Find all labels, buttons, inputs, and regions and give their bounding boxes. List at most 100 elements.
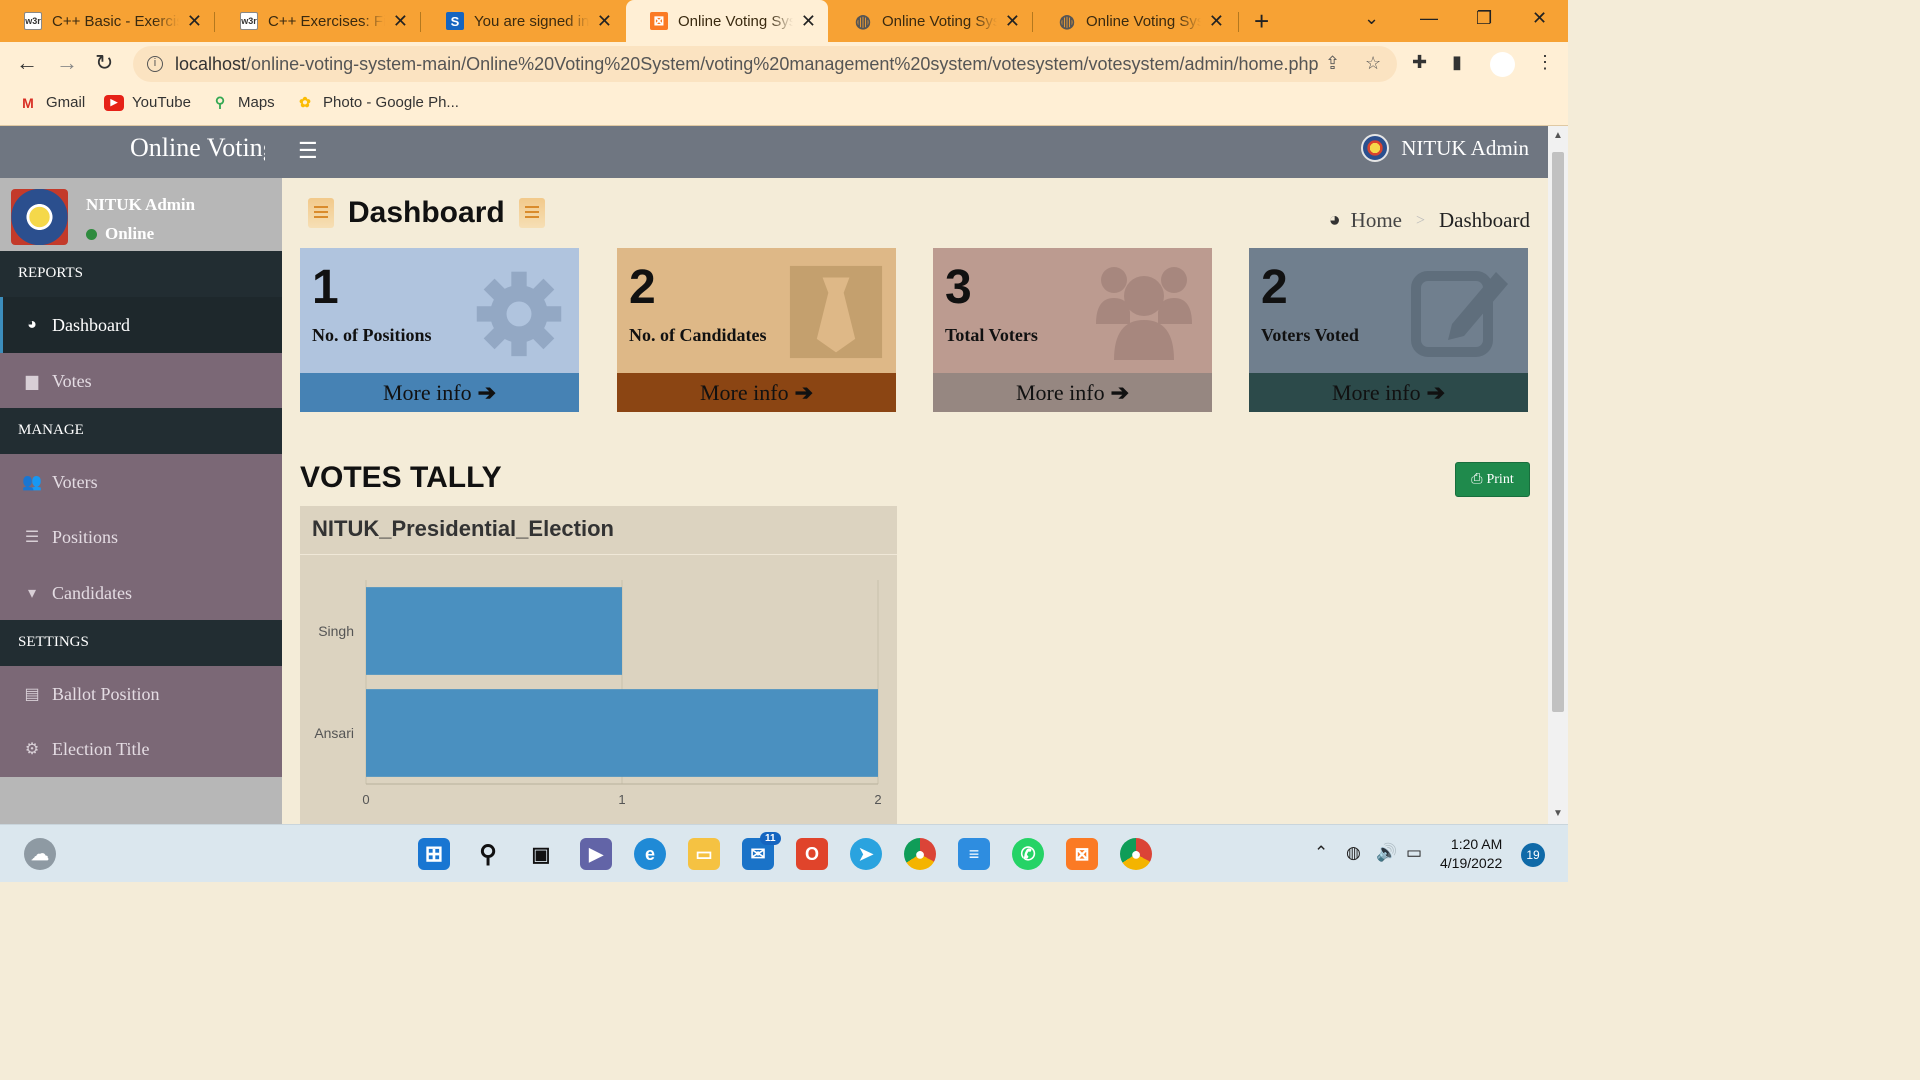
taskbar: ☁ ⊞ ⚲ ▣ ▶ e ▭ ✉ 11 O ➤ ● ≡ ✆ ⊠ ● ⌃ ◍ 🔊 ▭ … [0, 824, 1568, 882]
new-tab-icon[interactable]: + [1254, 6, 1269, 37]
back-arrow-icon[interactable]: ← [16, 50, 38, 76]
browser-tab[interactable]: w3r C++ Exercises: Find ✕ [216, 0, 420, 42]
clock[interactable]: 1:20 AM 4/19/2022 [1440, 835, 1502, 873]
weather-icon[interactable]: ☁ [24, 838, 56, 870]
arrow-right-icon: ➔ [1110, 379, 1130, 405]
globe-icon: ◍ [855, 10, 871, 31]
chrome-active-icon[interactable]: ● [1120, 838, 1152, 870]
sidebar-item-positions[interactable]: ☰ Positions [0, 509, 282, 565]
close-icon[interactable]: ✕ [597, 11, 612, 32]
browser-tab[interactable]: ◍ Online Voting System ✕ [830, 0, 1032, 42]
edge-icon[interactable]: e [634, 838, 666, 870]
browser-tab[interactable]: w3r C++ Basic - Exercises ✕ [0, 0, 214, 42]
search-icon[interactable]: ⚲ [472, 838, 504, 870]
arrow-right-icon: ➔ [794, 379, 814, 405]
mail-icon[interactable]: ✉ 11 [742, 832, 781, 870]
more-info-link[interactable]: More info ➔ [300, 373, 579, 412]
reload-icon[interactable]: ↻ [95, 50, 113, 76]
window-close-icon[interactable]: ✕ [1532, 8, 1547, 29]
users-icon [1096, 267, 1192, 360]
site-info-icon[interactable]: i [147, 56, 163, 72]
header-user-menu[interactable]: NITUK Admin [1361, 134, 1529, 162]
print-button[interactable]: ⎙ Print [1455, 462, 1530, 497]
tab-search-icon[interactable]: ⌄ [1364, 8, 1379, 29]
app-logo[interactable]: Online Voting System [130, 133, 265, 163]
url-field[interactable]: i localhost/online-voting-system-main/On… [133, 46, 1397, 82]
side-panel-icon[interactable]: ▮ [1452, 52, 1462, 73]
chart-title: NITUK_Presidential_Election [300, 506, 897, 555]
x-tick-label: 2 [874, 792, 881, 807]
page-scrollbar[interactable]: ▲ ▼ [1548, 126, 1568, 824]
close-icon[interactable]: ✕ [393, 11, 408, 32]
sidebar-item-votes[interactable]: ▆ Votes [0, 353, 282, 409]
stat-value: 3 [945, 261, 972, 314]
file-explorer-icon[interactable]: ▭ [688, 838, 720, 870]
share-icon[interactable]: ⇪ [1325, 53, 1340, 74]
windows-start-icon[interactable]: ⊞ [418, 838, 450, 870]
breadcrumb-current: Dashboard [1439, 208, 1530, 232]
bookmark-gmail[interactable]: M Gmail [18, 94, 85, 111]
minimize-icon[interactable]: — [1420, 8, 1438, 29]
tray-overflow-icon[interactable]: ⌃ [1314, 843, 1328, 863]
close-icon[interactable]: ✕ [1209, 11, 1224, 32]
tie-icon [789, 265, 883, 359]
stat-box-positions: 1 No. of Positions More info ➔ [300, 248, 579, 412]
tab-title: Online Voting System [1086, 12, 1201, 30]
bookmark-photos[interactable]: ✿ Photo - Google Ph... [295, 94, 459, 111]
sidebar-item-ballot-position[interactable]: ▤ Ballot Position [0, 666, 282, 722]
close-icon[interactable]: ✕ [801, 11, 816, 32]
stat-box-voters: 3 Total Voters More info ➔ [933, 248, 1212, 412]
sidebar-item-candidates[interactable]: ▾ Candidates [0, 565, 282, 621]
close-icon[interactable]: ✕ [187, 11, 202, 32]
sidebar-item-voters[interactable]: 👥 Voters [0, 454, 282, 510]
menu-dots-icon[interactable]: ⋮ [1536, 52, 1554, 73]
gmail-icon: M [22, 94, 34, 111]
browser-tab-active[interactable]: ⊠ Online Voting System ✕ [626, 0, 828, 42]
office-icon[interactable]: O [796, 838, 828, 870]
restore-icon[interactable]: ❐ [1476, 8, 1492, 29]
scrollbar-thumb[interactable] [1552, 152, 1564, 712]
stat-value: 2 [629, 261, 656, 314]
close-icon[interactable]: ✕ [1005, 11, 1020, 32]
mail-badge: 11 [760, 832, 781, 845]
notification-badge[interactable]: 19 [1521, 843, 1545, 867]
forward-arrow-icon[interactable]: → [56, 50, 78, 76]
more-info-link[interactable]: More info ➔ [617, 373, 896, 412]
sidebar-item-dashboard[interactable]: ◕ Dashboard [0, 297, 282, 353]
sidebar-header-settings: SETTINGS [0, 620, 282, 666]
main-content: Dashboard ◕ Home > Dashboard 1 No. of Po… [282, 178, 1548, 824]
task-view-icon[interactable]: ▣ [525, 838, 557, 870]
bookmark-star-icon[interactable]: ☆ [1365, 53, 1381, 74]
more-info-link[interactable]: More info ➔ [933, 373, 1212, 412]
w3r-icon: w3r [24, 12, 42, 30]
chat-icon[interactable]: ▶ [580, 838, 612, 870]
hamburger-menu-icon[interactable]: ☰ [298, 138, 318, 164]
extensions-icon[interactable]: ✚ [1412, 52, 1427, 73]
volume-icon[interactable]: 🔊 [1376, 843, 1397, 863]
bookmarks-bar: M Gmail ▶ YouTube ⚲ Maps ✿ Photo - Googl… [0, 86, 1568, 126]
s-icon: S [446, 12, 464, 30]
profile-avatar[interactable] [1490, 52, 1515, 77]
whatsapp-icon[interactable]: ✆ [1012, 838, 1044, 870]
browser-tab[interactable]: ◍ Online Voting System ✕ [1034, 0, 1236, 42]
sidebar-item-election-title[interactable]: ⚙ Election Title [0, 721, 282, 777]
network-icon[interactable]: ◍ [1346, 843, 1361, 863]
url-host: localhost [175, 53, 247, 74]
chrome-icon[interactable]: ● [904, 838, 936, 870]
notepad-icon[interactable]: ≡ [958, 838, 990, 870]
browser-tab[interactable]: S You are signed in as ✕ [422, 0, 624, 42]
telegram-icon[interactable]: ➤ [850, 838, 882, 870]
scroll-down-icon[interactable]: ▼ [1553, 808, 1563, 819]
more-info-link[interactable]: More info ➔ [1249, 373, 1528, 412]
bookmark-maps[interactable]: ⚲ Maps [210, 94, 275, 111]
breadcrumb-home[interactable]: Home [1351, 208, 1402, 233]
xampp-icon: ⊠ [650, 12, 668, 30]
category-label: Ansari [314, 725, 354, 741]
xampp-icon[interactable]: ⊠ [1066, 838, 1098, 870]
scroll-icon [308, 198, 334, 228]
tab-title: Online Voting System [678, 12, 793, 30]
bookmark-youtube[interactable]: ▶ YouTube [104, 94, 191, 111]
dashboard-icon: ◕ [27, 316, 37, 333]
battery-icon[interactable]: ▭ [1406, 843, 1422, 863]
scroll-up-icon[interactable]: ▲ [1553, 130, 1563, 141]
